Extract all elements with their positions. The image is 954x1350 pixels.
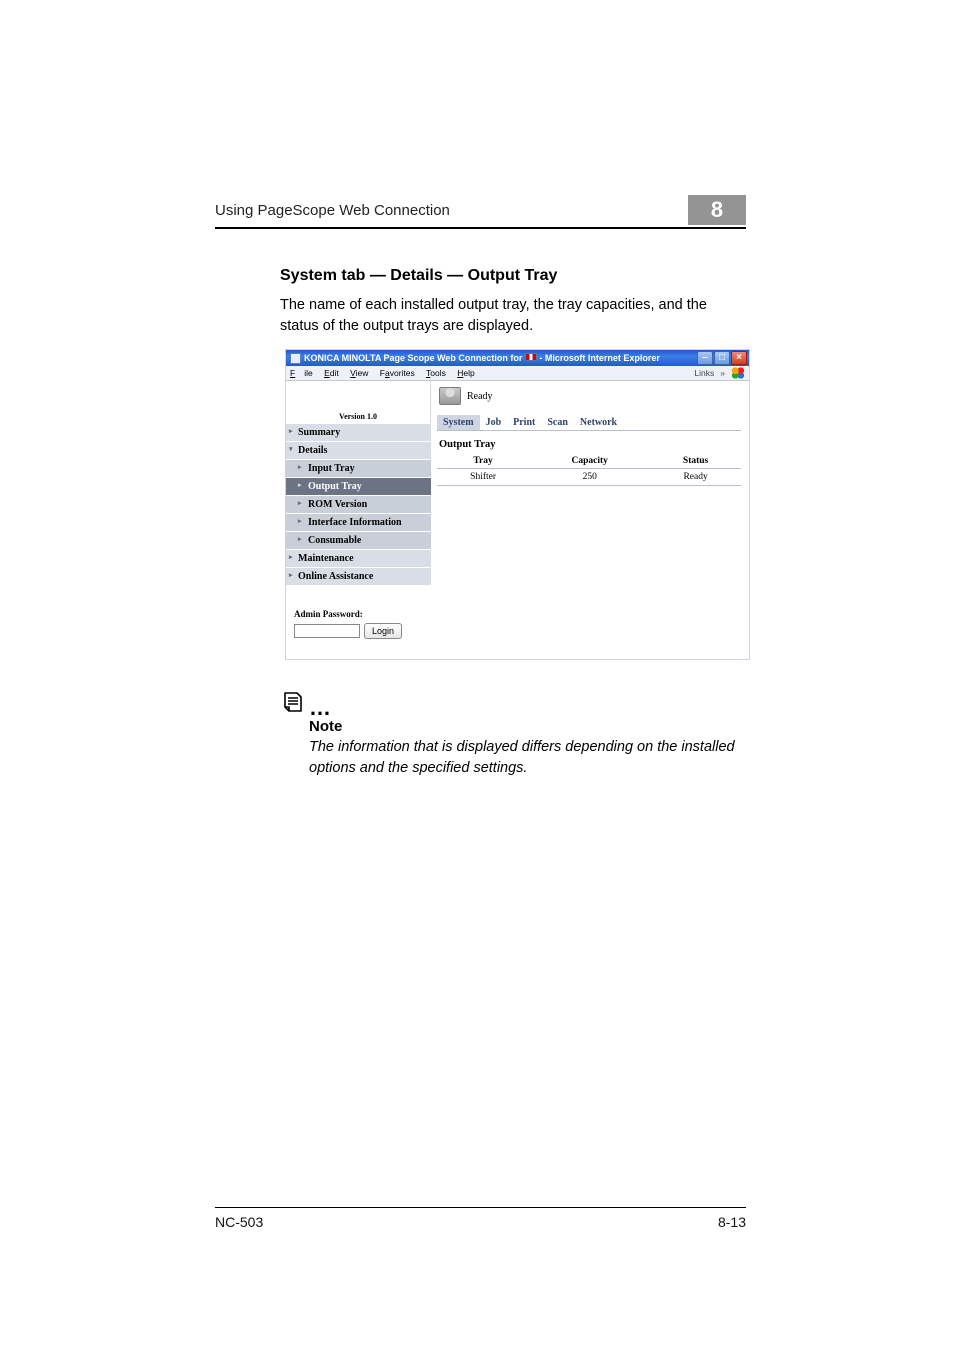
note-ellipsis: … xyxy=(309,704,333,714)
sidebar-item-consumable[interactable]: Consumable xyxy=(286,531,431,549)
admin-password-input[interactable] xyxy=(294,624,360,638)
col-status: Status xyxy=(650,454,741,469)
col-tray: Tray xyxy=(437,454,529,469)
note-heading: Note xyxy=(309,718,746,735)
panel-title: Output Tray xyxy=(437,431,741,454)
tab-scan[interactable]: Scan xyxy=(541,415,574,430)
sidebar-item-online-assistance[interactable]: Online Assistance xyxy=(286,567,431,585)
section-description: The name of each installed output tray, … xyxy=(280,295,746,337)
menubar: File Edit View Favorites Tools Help Link… xyxy=(286,366,749,381)
menu-favorites[interactable]: Favorites xyxy=(380,368,415,378)
table-row: Shifter 250 Ready xyxy=(437,469,741,486)
sidebar-item-summary[interactable]: Summary xyxy=(286,423,431,441)
menu-edit[interactable]: Edit xyxy=(324,368,339,378)
menu-links-chevron[interactable]: » xyxy=(720,368,725,378)
menu-view[interactable]: View xyxy=(350,368,368,378)
sidebar-item-maintenance[interactable]: Maintenance xyxy=(286,549,431,567)
sidebar-item-input-tray[interactable]: Input Tray xyxy=(286,459,431,477)
footer-page-number: 8-13 xyxy=(718,1214,746,1230)
admin-password-label: Admin Password: xyxy=(294,609,423,619)
tab-network[interactable]: Network xyxy=(574,415,623,430)
tab-system[interactable]: System xyxy=(437,415,480,430)
footer-rule xyxy=(215,1207,746,1208)
window-title: KONICA MINOLTA Page Scope Web Connection… xyxy=(304,353,660,363)
tab-job[interactable]: Job xyxy=(480,415,508,430)
output-tray-table: Tray Capacity Status Shifter 250 Ready xyxy=(437,454,741,486)
window-title-prefix: KONICA MINOLTA Page Scope Web Connection… xyxy=(304,353,525,363)
cell-status: Ready xyxy=(650,469,741,486)
menu-help[interactable]: Help xyxy=(457,368,474,378)
note-icon xyxy=(280,690,304,714)
tab-print[interactable]: Print xyxy=(507,415,541,430)
device-status: Ready xyxy=(467,391,493,402)
cell-tray: Shifter xyxy=(437,469,529,486)
ie-page-icon xyxy=(290,353,301,364)
main-tabs: System Job Print Scan Network xyxy=(437,415,741,431)
window-title-suffix: - Microsoft Internet Explorer xyxy=(537,353,660,363)
footer-model: NC-503 xyxy=(215,1214,263,1230)
header-rule xyxy=(215,227,746,229)
close-button[interactable]: × xyxy=(731,351,747,365)
chapter-number-badge: 8 xyxy=(688,195,746,225)
window-titlebar: KONICA MINOLTA Page Scope Web Connection… xyxy=(286,350,749,366)
running-header: Using PageScope Web Connection xyxy=(215,202,450,225)
menu-links[interactable]: Links xyxy=(694,368,714,378)
minimize-button[interactable]: – xyxy=(697,351,713,365)
brand-version: Version 1.0 xyxy=(286,381,431,423)
sidebar-item-rom-version[interactable]: ROM Version xyxy=(286,495,431,513)
section-title: System tab — Details — Output Tray xyxy=(280,267,746,285)
printer-icon xyxy=(439,387,461,405)
sidebar-item-interface-information[interactable]: Interface Information xyxy=(286,513,431,531)
maximize-button[interactable]: □ xyxy=(714,351,730,365)
sidebar: Version 1.0 Summary Details Input Tray O… xyxy=(286,381,431,659)
flag-icon xyxy=(525,353,537,361)
sidebar-item-details[interactable]: Details xyxy=(286,441,431,459)
menu-file[interactable]: File xyxy=(290,368,313,378)
menu-tools[interactable]: Tools xyxy=(426,368,446,378)
ie-logo-icon xyxy=(731,367,745,379)
screenshot: KONICA MINOLTA Page Scope Web Connection… xyxy=(285,349,750,660)
col-capacity: Capacity xyxy=(529,454,650,469)
admin-login-block: Admin Password: Login xyxy=(286,585,431,659)
note-body: The information that is displayed differ… xyxy=(309,737,746,779)
login-button[interactable]: Login xyxy=(364,623,402,639)
cell-capacity: 250 xyxy=(529,469,650,486)
sidebar-item-output-tray[interactable]: Output Tray xyxy=(286,477,431,495)
